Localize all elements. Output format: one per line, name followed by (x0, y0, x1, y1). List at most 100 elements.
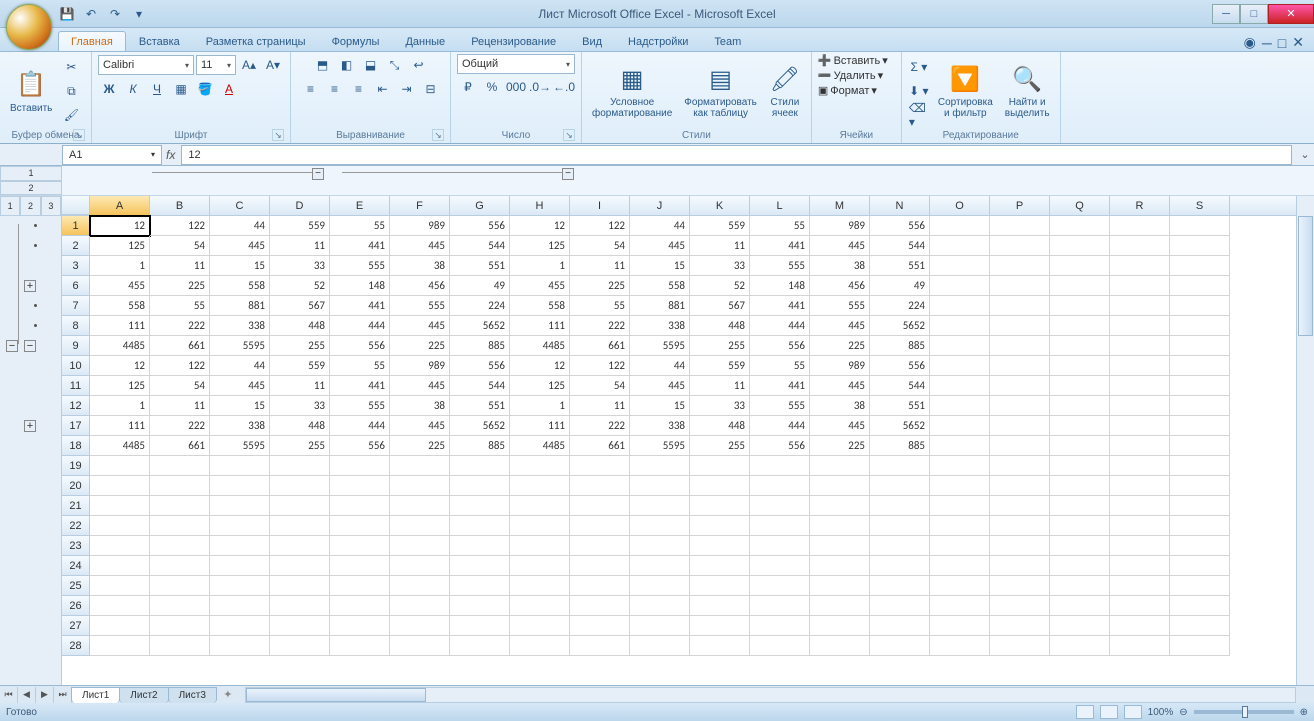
cell-N25[interactable] (870, 576, 930, 596)
col-header-S[interactable]: S (1170, 196, 1230, 215)
cell-P18[interactable] (990, 436, 1050, 456)
cell-K23[interactable] (690, 536, 750, 556)
cell-Q6[interactable] (1050, 276, 1110, 296)
cell-K1[interactable]: 559 (690, 216, 750, 236)
cell-D18[interactable]: 255 (270, 436, 330, 456)
sheet-nav-next[interactable]: ▶ (36, 687, 54, 703)
cell-I12[interactable]: 11 (570, 396, 630, 416)
cell-Q7[interactable] (1050, 296, 1110, 316)
cell-Q27[interactable] (1050, 616, 1110, 636)
cell-R12[interactable] (1110, 396, 1170, 416)
cell-O2[interactable] (930, 236, 990, 256)
cell-R18[interactable] (1110, 436, 1170, 456)
cell-P27[interactable] (990, 616, 1050, 636)
col-outline-level-2[interactable]: 2 (0, 181, 62, 196)
cell-S11[interactable] (1170, 376, 1230, 396)
cell-I25[interactable] (570, 576, 630, 596)
cell-M20[interactable] (810, 476, 870, 496)
ribbon-tab-3[interactable]: Формулы (319, 31, 393, 51)
cell-F7[interactable]: 555 (390, 296, 450, 316)
cell-G28[interactable] (450, 636, 510, 656)
formula-expand-icon[interactable]: ⌄ (1296, 148, 1314, 161)
cell-O11[interactable] (930, 376, 990, 396)
border-icon[interactable]: ▦ (170, 78, 192, 100)
cell-I3[interactable]: 11 (570, 256, 630, 276)
cell-C10[interactable]: 44 (210, 356, 270, 376)
cell-B8[interactable]: 222 (150, 316, 210, 336)
cell-H19[interactable] (510, 456, 570, 476)
cell-F2[interactable]: 445 (390, 236, 450, 256)
cell-F9[interactable]: 225 (390, 336, 450, 356)
cell-B22[interactable] (150, 516, 210, 536)
cell-C2[interactable]: 445 (210, 236, 270, 256)
cell-B2[interactable]: 54 (150, 236, 210, 256)
view-page-break-icon[interactable] (1124, 705, 1142, 719)
zoom-value[interactable]: 100% (1148, 707, 1174, 718)
cell-B6[interactable]: 225 (150, 276, 210, 296)
cell-D8[interactable]: 448 (270, 316, 330, 336)
col-header-E[interactable]: E (330, 196, 390, 215)
cell-D10[interactable]: 559 (270, 356, 330, 376)
cell-P20[interactable] (990, 476, 1050, 496)
cell-D6[interactable]: 52 (270, 276, 330, 296)
cell-E10[interactable]: 55 (330, 356, 390, 376)
ribbon-tab-0[interactable]: Главная (58, 31, 126, 51)
cell-Q12[interactable] (1050, 396, 1110, 416)
format-painter-icon[interactable]: 🖌 (60, 104, 82, 126)
row-header-12[interactable]: 12 (62, 396, 90, 416)
cell-N21[interactable] (870, 496, 930, 516)
cell-L28[interactable] (750, 636, 810, 656)
mdi-close-icon[interactable]: ✕ (1292, 34, 1304, 51)
cell-I22[interactable] (570, 516, 630, 536)
cell-A23[interactable] (90, 536, 150, 556)
cell-C25[interactable] (210, 576, 270, 596)
cell-S8[interactable] (1170, 316, 1230, 336)
cell-G21[interactable] (450, 496, 510, 516)
cell-G11[interactable]: 544 (450, 376, 510, 396)
col-header-A[interactable]: A (90, 196, 150, 215)
cell-A11[interactable]: 125 (90, 376, 150, 396)
cell-I23[interactable] (570, 536, 630, 556)
cell-G24[interactable] (450, 556, 510, 576)
cell-M23[interactable] (810, 536, 870, 556)
cell-C21[interactable] (210, 496, 270, 516)
cell-Q26[interactable] (1050, 596, 1110, 616)
row-header-23[interactable]: 23 (62, 536, 90, 556)
cell-I27[interactable] (570, 616, 630, 636)
cell-M10[interactable]: 989 (810, 356, 870, 376)
cell-R6[interactable] (1110, 276, 1170, 296)
cell-G22[interactable] (450, 516, 510, 536)
cell-M12[interactable]: 38 (810, 396, 870, 416)
cell-S12[interactable] (1170, 396, 1230, 416)
cell-D28[interactable] (270, 636, 330, 656)
insert-cells-button[interactable]: ➕Вставить ▾ (818, 54, 895, 67)
cell-S7[interactable] (1170, 296, 1230, 316)
qat-customize-icon[interactable]: ▾ (130, 5, 148, 23)
cell-G25[interactable] (450, 576, 510, 596)
hscroll-thumb[interactable] (246, 688, 426, 702)
cell-K8[interactable]: 448 (690, 316, 750, 336)
cell-H23[interactable] (510, 536, 570, 556)
cell-K7[interactable]: 567 (690, 296, 750, 316)
cell-D19[interactable] (270, 456, 330, 476)
cell-R25[interactable] (1110, 576, 1170, 596)
cell-D17[interactable]: 448 (270, 416, 330, 436)
cell-N22[interactable] (870, 516, 930, 536)
cell-M26[interactable] (810, 596, 870, 616)
cell-G27[interactable] (450, 616, 510, 636)
cell-O18[interactable] (930, 436, 990, 456)
number-dialog-icon[interactable]: ↘ (563, 129, 575, 141)
cell-C3[interactable]: 15 (210, 256, 270, 276)
cell-C24[interactable] (210, 556, 270, 576)
cell-J7[interactable]: 881 (630, 296, 690, 316)
cell-B9[interactable]: 661 (150, 336, 210, 356)
cell-I11[interactable]: 54 (570, 376, 630, 396)
cell-O10[interactable] (930, 356, 990, 376)
cell-M6[interactable]: 456 (810, 276, 870, 296)
cell-E12[interactable]: 555 (330, 396, 390, 416)
cell-O3[interactable] (930, 256, 990, 276)
align-top-icon[interactable]: ⬒ (312, 54, 334, 76)
currency-icon[interactable]: ₽ (457, 76, 479, 98)
cell-N11[interactable]: 544 (870, 376, 930, 396)
fill-icon[interactable]: ⬇ ▾ (908, 80, 930, 102)
